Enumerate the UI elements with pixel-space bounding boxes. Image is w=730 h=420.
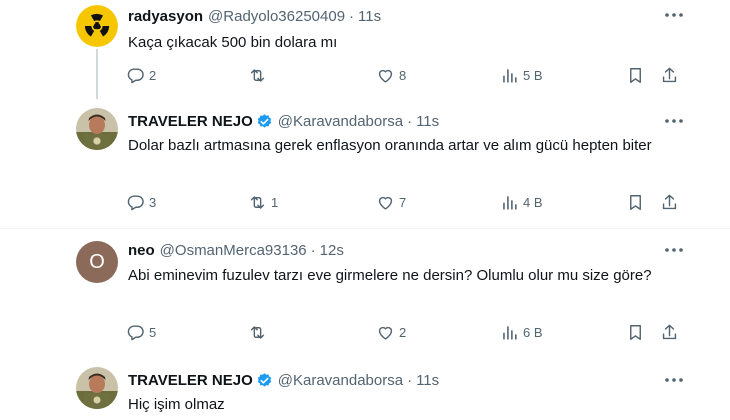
analytics-icon: [503, 195, 517, 210]
thread-line: [96, 49, 98, 99]
more-options-icon[interactable]: [662, 373, 686, 387]
profile-photo-icon: [76, 367, 118, 409]
bookmark-icon: [630, 67, 641, 83]
bookmark-button[interactable]: [626, 321, 645, 343]
avatar-radiation[interactable]: [76, 5, 118, 47]
share-button[interactable]: [660, 191, 679, 213]
tweet-header: TRAVELER NEJO @Karavandaborsa · 11s: [128, 369, 439, 391]
analytics-icon: [503, 325, 517, 340]
share-button[interactable]: [660, 64, 679, 86]
action-bar: 3 1 7 4 B: [126, 191, 686, 213]
tweet-header: neo @OsmanMerca93136 · 12s: [128, 239, 344, 261]
user-handle[interactable]: @Karavandaborsa: [278, 372, 403, 389]
like-count: 8: [399, 67, 407, 83]
timestamp[interactable]: 12s: [320, 242, 344, 259]
share-icon: [662, 194, 677, 209]
bookmark-button[interactable]: [626, 64, 645, 86]
heart-icon: [378, 69, 393, 83]
display-name[interactable]: TRAVELER NEJO: [128, 113, 253, 130]
tweet-header: TRAVELER NEJO @Karavandaborsa · 11s: [128, 110, 439, 132]
separator-dot: ·: [310, 241, 316, 259]
analytics-icon: [503, 68, 517, 83]
bookmark-icon: [630, 324, 641, 340]
more-options-icon[interactable]: [662, 114, 686, 128]
tweet[interactable]: radyasyon @Radyolo36250409 · 11s Kaça çı…: [0, 0, 730, 99]
retweet-button[interactable]: 1: [248, 191, 278, 213]
share-button[interactable]: [660, 321, 679, 343]
radiation-symbol-icon: [76, 5, 118, 47]
reply-icon: [127, 324, 144, 340]
views-button[interactable]: 5 B: [500, 64, 543, 86]
reply-count: 3: [149, 194, 157, 210]
view-count: 5 B: [523, 67, 543, 83]
tweet-text: Abi eminevim fuzulev tarzı eve girmelere…: [128, 267, 652, 284]
avatar-traveler-nejo[interactable]: [76, 108, 118, 150]
retweet-icon: [250, 325, 265, 339]
view-count: 4 B: [523, 194, 543, 210]
reply-button[interactable]: 2: [126, 64, 156, 86]
tweet-text: Dolar bazlı artmasına gerek enflasyon or…: [128, 137, 652, 154]
avatar-traveler-nejo[interactable]: [76, 367, 118, 409]
display-name[interactable]: neo: [128, 242, 155, 259]
like-button[interactable]: 8: [376, 64, 406, 86]
bookmark-icon: [630, 194, 641, 210]
retweet-button[interactable]: [248, 321, 271, 343]
views-button[interactable]: 6 B: [500, 321, 543, 343]
heart-icon: [378, 326, 393, 340]
action-bar: 5 2 6 B: [126, 321, 686, 343]
display-name[interactable]: TRAVELER NEJO: [128, 372, 253, 389]
share-icon: [662, 67, 677, 82]
more-options-icon[interactable]: [662, 8, 686, 22]
tweet[interactable]: O neo @OsmanMerca93136 · 12s Abi eminevi…: [0, 229, 730, 355]
profile-photo-icon: [76, 108, 118, 150]
timestamp[interactable]: 11s: [358, 8, 381, 25]
retweet-count: 1: [271, 194, 279, 210]
tweet[interactable]: TRAVELER NEJO @Karavandaborsa · 11s Dola…: [0, 100, 730, 224]
retweet-icon: [250, 195, 265, 209]
reply-count: 5: [149, 324, 157, 340]
view-count: 6 B: [523, 324, 543, 340]
share-icon: [662, 324, 677, 339]
tweet[interactable]: TRAVELER NEJO @Karavandaborsa · 11s Hiç …: [0, 360, 730, 420]
avatar-neo[interactable]: O: [76, 241, 118, 283]
timestamp[interactable]: 11s: [416, 113, 439, 130]
like-button[interactable]: 7: [376, 191, 406, 213]
tweet-text: Kaça çıkacak 500 bin dolara mı: [128, 34, 338, 51]
retweet-button[interactable]: [248, 64, 271, 86]
retweet-icon: [250, 68, 265, 82]
separator-dot: ·: [407, 112, 413, 130]
reply-icon: [127, 194, 144, 210]
user-handle[interactable]: @Radyolo36250409: [208, 8, 345, 25]
avatar-letter: O: [89, 250, 105, 273]
action-bar: 2 8 5 B: [126, 64, 686, 86]
tweet-header: radyasyon @Radyolo36250409 · 11s: [128, 5, 381, 27]
user-handle[interactable]: @OsmanMerca93136: [160, 242, 307, 259]
user-handle[interactable]: @Karavandaborsa: [278, 113, 403, 130]
display-name[interactable]: radyasyon: [128, 8, 203, 25]
views-button[interactable]: 4 B: [500, 191, 543, 213]
reply-button[interactable]: 3: [126, 191, 156, 213]
separator-dot: ·: [407, 371, 413, 389]
reply-count: 2: [149, 67, 157, 83]
like-count: 7: [399, 194, 407, 210]
bookmark-button[interactable]: [626, 191, 645, 213]
separator-dot: ·: [349, 7, 355, 25]
heart-icon: [378, 196, 393, 210]
reply-button[interactable]: 5: [126, 321, 156, 343]
like-count: 2: [399, 324, 407, 340]
verified-badge-icon[interactable]: [256, 113, 273, 130]
timestamp[interactable]: 11s: [416, 372, 439, 389]
verified-badge-icon[interactable]: [256, 372, 273, 389]
tweet-text: Hiç işim olmaz: [128, 396, 225, 413]
like-button[interactable]: 2: [376, 321, 406, 343]
reply-icon: [127, 67, 144, 83]
more-options-icon[interactable]: [662, 243, 686, 257]
